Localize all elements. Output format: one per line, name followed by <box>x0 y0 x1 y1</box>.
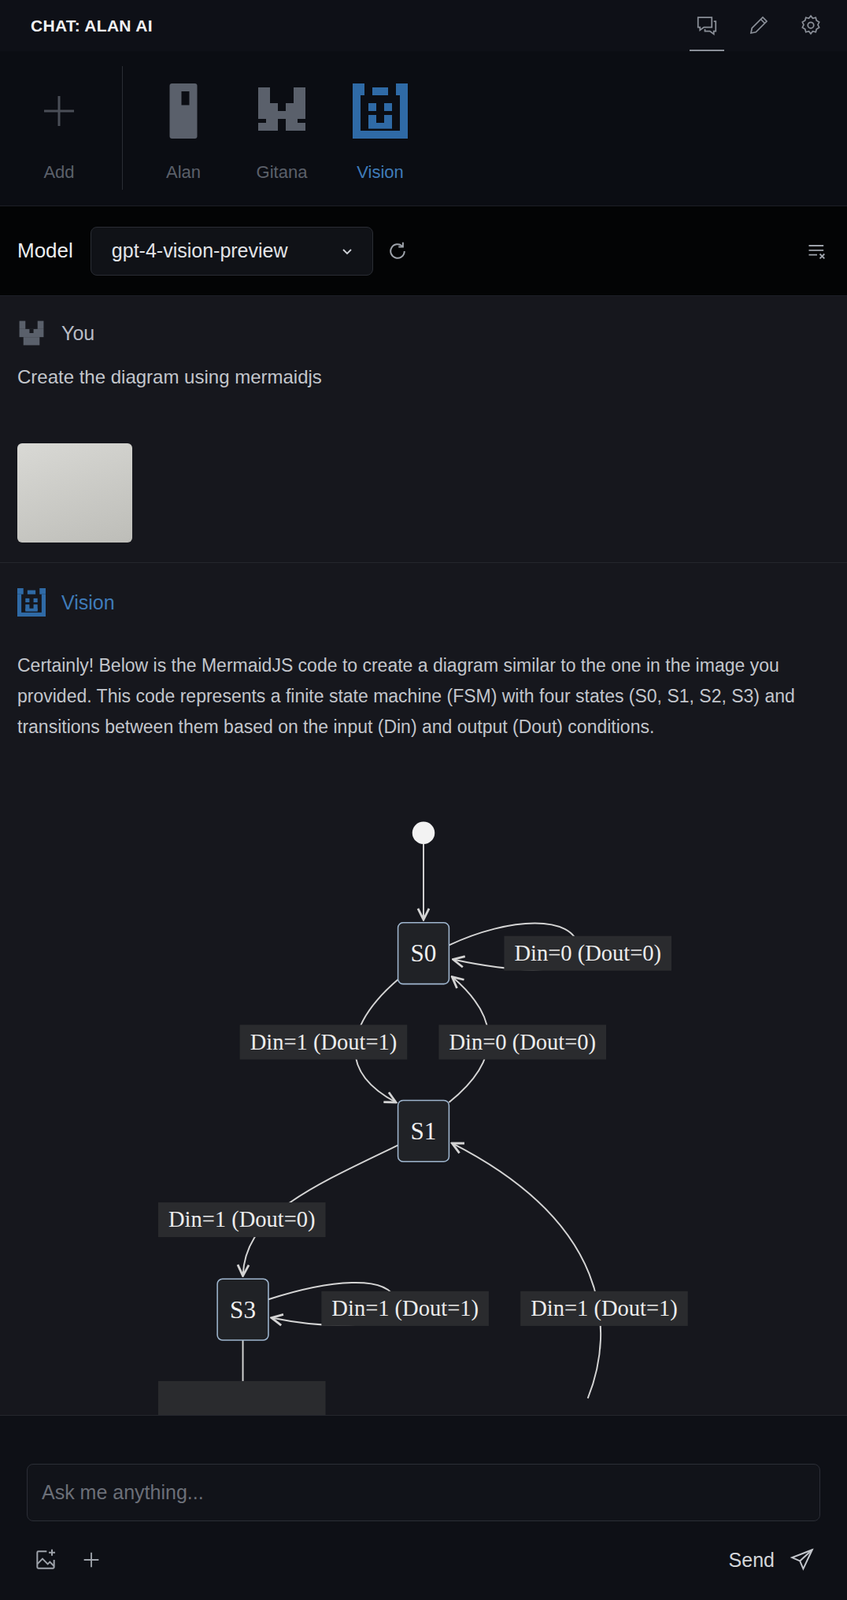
svg-text:Din=1 (Dout=1): Din=1 (Dout=1) <box>530 1295 678 1321</box>
svg-text:Din=0 (Dout=0): Din=0 (Dout=0) <box>514 940 662 966</box>
plus-icon <box>80 1548 103 1571</box>
svg-text:Din=1 (Dout=1): Din=1 (Dout=1) <box>250 1029 398 1055</box>
attach-image-button[interactable] <box>33 1546 59 1572</box>
attached-image[interactable] <box>17 443 133 543</box>
agent-label: Add <box>43 161 74 184</box>
edge-label: Din=1 (Dout=1) <box>520 1290 688 1326</box>
refresh-icon <box>385 239 410 263</box>
plus-icon <box>31 83 87 139</box>
message-text: Create the diagram using mermaidjs <box>17 361 830 393</box>
svg-text:Din=1 (Dout=1): Din=1 (Dout=1) <box>331 1295 479 1321</box>
paper-plane-icon <box>788 1546 816 1573</box>
clear-chat-button[interactable] <box>806 240 829 263</box>
message-header: Vision <box>17 587 830 618</box>
agent-label: Alan <box>166 161 201 184</box>
model-value: gpt-4-vision-preview <box>111 239 289 263</box>
chat-button[interactable] <box>689 0 725 52</box>
model-select[interactable]: gpt-4-vision-preview <box>90 226 374 276</box>
edge-label <box>158 1380 326 1415</box>
chat-app: CHAT: ALAN AI Add Alan Gitana Vision Model gpt… <box>0 0 847 1600</box>
edge-label: Din=1 (Dout=1) <box>321 1290 489 1326</box>
input-placeholder: Ask me anything... <box>41 1480 204 1504</box>
agent-label: Gitana <box>256 161 308 184</box>
refresh-button[interactable] <box>385 239 410 263</box>
svg-text:S1: S1 <box>410 1117 437 1145</box>
edge-label: Din=1 (Dout=0) <box>158 1202 326 1237</box>
pixel-face-icon <box>352 83 408 139</box>
image-add-icon <box>33 1546 59 1572</box>
svg-text:S3: S3 <box>229 1295 256 1324</box>
agent-divider <box>122 66 123 190</box>
chat-message: You Create the diagram using mermaidjs <box>0 295 847 563</box>
clear-list-icon <box>806 240 829 263</box>
svg-text:Din=1 (Dout=0): Din=1 (Dout=0) <box>168 1206 316 1232</box>
chat-icon <box>695 13 719 37</box>
send-label: Send <box>728 1548 775 1572</box>
model-bar: Model gpt-4-vision-preview <box>0 206 847 296</box>
model-label: Model <box>17 238 74 263</box>
state-node[interactable]: S1 <box>398 1099 450 1162</box>
send-button[interactable]: Send <box>728 1546 816 1573</box>
svg-text:Din=0 (Dout=0): Din=0 (Dout=0) <box>448 1029 596 1055</box>
add-button[interactable] <box>80 1548 103 1571</box>
invader-icon <box>254 83 310 139</box>
add-agent-button[interactable]: Add <box>15 83 103 184</box>
chevron-down-icon <box>339 243 356 259</box>
start-state <box>412 821 436 919</box>
agent-item[interactable]: Alan <box>140 83 227 184</box>
gear-icon <box>798 13 823 37</box>
agent-label: Vision <box>356 161 404 184</box>
user-avatar-icon <box>17 318 46 348</box>
edge-label: Din=0 (Dout=0) <box>503 935 672 971</box>
settings-button[interactable] <box>793 0 829 52</box>
message-author: You <box>61 321 95 345</box>
vision-avatar-icon <box>17 588 46 617</box>
message-text: Certainly! Below is the MermaidJS code t… <box>17 650 830 743</box>
agent-item[interactable]: Gitana <box>238 83 326 184</box>
svg-text:S0: S0 <box>410 939 437 967</box>
robot-portrait-icon <box>155 83 211 139</box>
transition-edge <box>451 1142 601 1399</box>
message-header: You <box>17 318 830 348</box>
state-diagram: S0 S1 S3 Din=0 (Dout=0) Din=1 (Dout=1) Din=0 … <box>0 785 847 1415</box>
window-title: CHAT: ALAN AI <box>30 16 153 36</box>
agent-item[interactable]: Vision <box>336 83 424 184</box>
state-node[interactable]: S3 <box>217 1278 269 1340</box>
input-bar: Ask me anything... Send <box>0 1414 847 1600</box>
edge-label: Din=0 (Dout=0) <box>438 1024 607 1059</box>
title-bar: CHAT: ALAN AI <box>0 0 847 52</box>
message-author: Vision <box>61 591 115 614</box>
edge-label: Din=1 (Dout=1) <box>240 1024 408 1059</box>
edit-button[interactable] <box>741 0 777 52</box>
message-input[interactable]: Ask me anything... <box>26 1463 821 1521</box>
pencil-icon <box>747 13 771 37</box>
agent-bar: Add Alan Gitana Vision <box>0 51 847 207</box>
chat-area: You Create the diagram using mermaidjs Vis… <box>0 295 847 1415</box>
chat-message: Vision Certainly! Below is the MermaidJS … <box>0 562 847 1415</box>
state-node[interactable]: S0 <box>398 922 450 984</box>
